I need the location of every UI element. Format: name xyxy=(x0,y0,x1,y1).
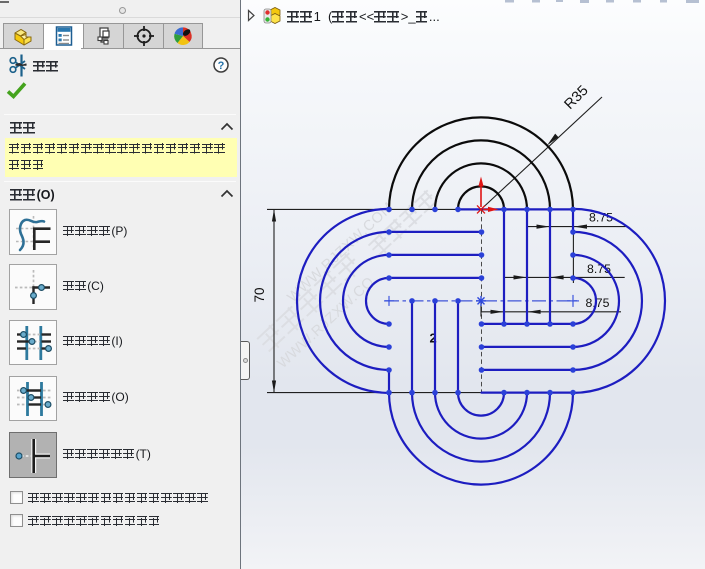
svg-text:?: ? xyxy=(218,60,225,72)
svg-text:R35: R35 xyxy=(562,83,592,113)
svg-text:70: 70 xyxy=(252,287,267,302)
svg-text:8.75: 8.75 xyxy=(586,296,610,310)
